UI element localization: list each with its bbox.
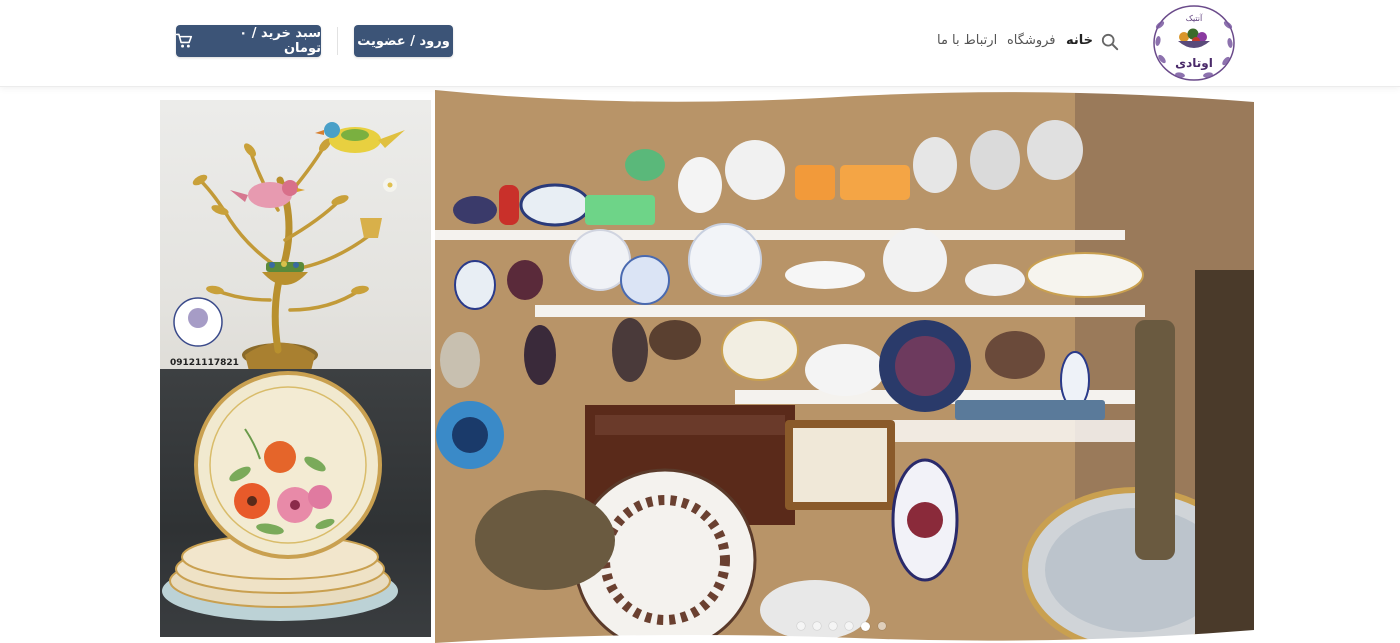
nav-item-shop[interactable]: فروشگاه: [1007, 33, 1056, 48]
site-logo[interactable]: آنتیک اوتادی: [1150, 3, 1238, 83]
login-button-label: ورود / عضویت: [357, 33, 450, 49]
slider-dot-active[interactable]: [861, 621, 870, 631]
antique-shop-illustration: [435, 90, 1254, 643]
cart-button[interactable]: سبد خرید / ۰ تومان: [176, 25, 321, 57]
site-header: سبد خرید / ۰ تومان ورود / عضویت ارتباط ب…: [0, 0, 1400, 87]
slider-dot[interactable]: [829, 622, 837, 630]
logo-text-top: آنتیک: [1186, 13, 1203, 23]
painted-plates-illustration: [162, 371, 398, 621]
cart-button-label: سبد خرید / ۰ تومان: [239, 26, 321, 56]
logo-text-main: اوتادی: [1175, 56, 1213, 71]
search-icon[interactable]: [1101, 33, 1119, 51]
slider-dot[interactable]: [878, 622, 886, 630]
slide-image-painted-plates: [160, 369, 431, 637]
phone-number-watermark: 09121117821: [170, 358, 239, 368]
cart-icon: [176, 33, 193, 48]
login-register-button[interactable]: ورود / عضویت: [354, 25, 453, 57]
nav-item-contact[interactable]: ارتباط با ما: [937, 33, 997, 48]
slider-dot[interactable]: [845, 622, 853, 630]
slider-dot[interactable]: [813, 622, 821, 630]
page: سبد خرید / ۰ تومان ورود / عضویت ارتباط ب…: [0, 0, 1400, 643]
header-divider: [337, 27, 338, 55]
slider-dots: [797, 621, 886, 631]
slide-image-antique-shop: [435, 90, 1254, 643]
hero-slider[interactable]: 09121117821: [160, 90, 1254, 643]
slider-dot[interactable]: [797, 622, 805, 630]
nav-item-home[interactable]: خانه: [1066, 33, 1093, 48]
